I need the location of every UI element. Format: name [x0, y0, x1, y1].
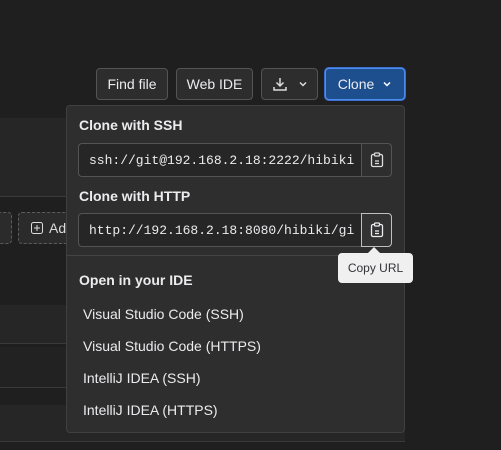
download-icon	[272, 76, 288, 92]
copy-http-url-button[interactable]	[361, 213, 392, 247]
chevron-down-icon	[382, 79, 392, 89]
copy-url-tooltip: Copy URL	[338, 253, 413, 283]
copy-ssh-url-button[interactable]	[361, 143, 392, 177]
background-chip[interactable]	[0, 212, 12, 244]
clone-label: Clone	[337, 76, 375, 92]
ssh-url-group: ssh://git@192.168.2.18:2222/hibiki	[78, 143, 392, 177]
clone-button[interactable]: Clone	[325, 68, 405, 100]
ide-item-intellij-ssh[interactable]: IntelliJ IDEA (SSH)	[83, 370, 200, 386]
background-divider	[0, 441, 405, 442]
download-dropdown-button[interactable]	[261, 68, 318, 100]
plus-square-icon	[31, 222, 43, 234]
chevron-down-icon	[298, 79, 308, 89]
add-chip-label: Ad	[49, 220, 67, 236]
ide-item-vscode-ssh[interactable]: Visual Studio Code (SSH)	[83, 306, 244, 322]
ide-item-vscode-https[interactable]: Visual Studio Code (HTTPS)	[83, 338, 261, 354]
ide-item-intellij-https[interactable]: IntelliJ IDEA (HTTPS)	[83, 402, 218, 418]
web-ide-label: Web IDE	[186, 76, 243, 92]
web-ide-button[interactable]: Web IDE	[176, 68, 253, 100]
find-file-button[interactable]: Find file	[96, 68, 168, 100]
clipboard-icon	[370, 222, 384, 238]
http-url-group: http://192.168.2.18:8080/hibiki/gi	[78, 213, 392, 247]
http-url-input[interactable]: http://192.168.2.18:8080/hibiki/gi	[78, 213, 361, 247]
ssh-url-input[interactable]: ssh://git@192.168.2.18:2222/hibiki	[78, 143, 361, 177]
clipboard-icon	[370, 152, 384, 168]
ssh-section-title: Clone with SSH	[79, 117, 183, 133]
ide-section-title: Open in your IDE	[79, 272, 193, 288]
find-file-label: Find file	[107, 76, 157, 92]
http-section-title: Clone with HTTP	[79, 188, 191, 204]
